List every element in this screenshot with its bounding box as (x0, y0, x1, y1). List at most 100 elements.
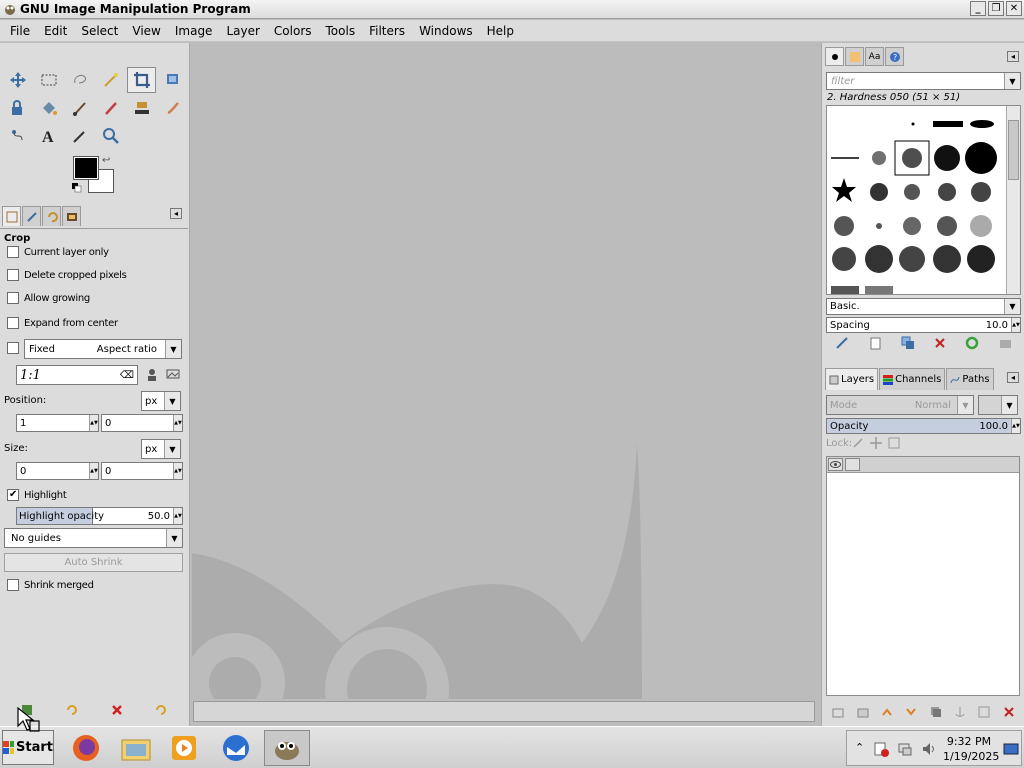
delete-cropped-option[interactable]: Delete cropped pixels (7, 269, 127, 281)
position-y-input[interactable]: 0 ▲▼ (101, 414, 183, 432)
dock-menu-icon[interactable]: ◂ (170, 208, 182, 219)
warp-transform-tool-icon[interactable] (3, 95, 32, 121)
open-brush-icon[interactable] (998, 336, 1012, 353)
size-unit-select[interactable]: px ▼ (141, 439, 181, 459)
color-picker-tool-icon[interactable] (65, 123, 94, 149)
duplicate-layer-icon[interactable] (930, 706, 942, 721)
delete-options-icon[interactable] (111, 704, 123, 719)
shrink-merged-checkbox[interactable] (7, 579, 19, 591)
fixed-checkbox[interactable] (7, 342, 19, 354)
paintbrush-tool-icon[interactable] (65, 95, 94, 121)
spinner-icon[interactable]: ▲▼ (173, 508, 182, 524)
clock[interactable]: 9:32 PM 1/19/2025 (943, 734, 999, 764)
menu-tools[interactable]: Tools (319, 24, 363, 38)
menu-view[interactable]: View (125, 24, 167, 38)
edit-brush-icon[interactable] (835, 336, 849, 353)
rect-select-tool-icon[interactable] (34, 67, 63, 93)
show-desktop-icon[interactable] (1003, 741, 1019, 760)
swap-colors-icon[interactable]: ↩ (102, 155, 110, 166)
thunderbird-taskbar-icon[interactable] (216, 730, 256, 766)
anchor-layer-icon[interactable] (954, 706, 966, 721)
tab-help[interactable]: ? (885, 47, 904, 66)
tab-fonts[interactable]: Aa (865, 47, 884, 66)
file-explorer-taskbar-icon[interactable] (116, 730, 156, 766)
layers-dock-menu-icon[interactable]: ◂ (1007, 372, 1019, 383)
position-unit-select[interactable]: px ▼ (141, 391, 181, 411)
foreground-color[interactable] (73, 156, 99, 180)
current-layer-only-checkbox[interactable] (7, 246, 19, 258)
menu-file[interactable]: File (3, 24, 37, 38)
menu-select[interactable]: Select (74, 24, 125, 38)
fuzzy-select-tool-icon[interactable] (96, 67, 125, 93)
tab-device-status[interactable] (22, 206, 41, 226)
lower-layer-icon[interactable] (905, 706, 917, 721)
tab-images[interactable] (62, 206, 81, 226)
ratio-input[interactable]: 1:1 ⌫ (16, 365, 138, 385)
spinner-icon[interactable]: ▲▼ (173, 463, 182, 479)
raise-layer-icon[interactable] (881, 706, 893, 721)
layer-mode-select[interactable]: Mode Normal ▼ (826, 395, 974, 415)
default-colors-icon[interactable] (72, 183, 82, 193)
spinner-icon[interactable]: ▲▼ (173, 415, 182, 431)
delete-layer-icon[interactable] (1003, 706, 1015, 721)
tab-tool-options[interactable] (2, 206, 21, 226)
spacing-slider[interactable]: Spacing 10.0 ▲▼ (826, 317, 1021, 333)
fixed-combo[interactable]: Fixed Aspect ratio ▼ (24, 339, 182, 359)
move-tool-icon[interactable] (3, 67, 32, 93)
size-height-input[interactable]: 0 ▲▼ (101, 462, 183, 480)
brush-grid[interactable] (826, 105, 1021, 295)
mask-layer-icon[interactable] (978, 706, 990, 721)
layer-opacity-slider[interactable]: Opacity 100.0 ▲▼ (826, 418, 1021, 434)
network-icon[interactable] (897, 741, 913, 760)
tab-patterns[interactable] (845, 47, 864, 66)
lock-position-icon[interactable] (870, 437, 882, 452)
highlight-checkbox[interactable]: ✔ (7, 489, 19, 501)
text-tool-icon[interactable]: A (34, 123, 63, 149)
tab-brushes[interactable] (825, 47, 844, 66)
current-layer-only-option[interactable]: Current layer only (7, 246, 109, 258)
refresh-brushes-icon[interactable] (965, 336, 979, 353)
reset-options-icon[interactable] (154, 703, 168, 720)
expand-from-center-option[interactable]: Expand from center (7, 317, 118, 329)
unified-transform-tool-icon[interactable] (158, 67, 187, 93)
brush-filter-input[interactable]: filter ▼ (826, 72, 1021, 90)
start-button[interactable]: Start (2, 730, 54, 765)
layer-composite-select[interactable]: ▼ (978, 395, 1018, 415)
guides-select[interactable]: No guides ▼ (4, 528, 183, 548)
volume-icon[interactable] (921, 741, 937, 760)
firefox-taskbar-icon[interactable] (66, 730, 106, 766)
clear-ratio-icon[interactable]: ⌫ (120, 370, 134, 381)
restore-options-icon[interactable] (65, 703, 79, 720)
show-hidden-icons-icon[interactable]: ⌃ (855, 741, 864, 754)
spinner-icon[interactable]: ▲▼ (1011, 318, 1020, 332)
menu-layer[interactable]: Layer (219, 24, 266, 38)
portrait-icon[interactable] (146, 368, 158, 384)
paths-tool-icon[interactable] (3, 123, 32, 149)
tab-paths[interactable]: Paths (946, 368, 994, 390)
expand-from-center-checkbox[interactable] (7, 317, 19, 329)
free-select-tool-icon[interactable] (65, 67, 94, 93)
image-canvas[interactable] (192, 43, 819, 699)
gimp-taskbar-icon[interactable] (264, 730, 310, 766)
eraser-tool-icon[interactable] (96, 95, 125, 121)
spinner-icon[interactable]: ▲▼ (89, 415, 98, 431)
maximize-button[interactable]: ❐ (988, 1, 1004, 16)
smudge-tool-icon[interactable] (158, 95, 187, 121)
delete-brush-icon[interactable] (934, 337, 946, 352)
menu-edit[interactable]: Edit (37, 24, 74, 38)
new-layer-icon[interactable] (832, 706, 844, 721)
position-x-input[interactable]: 1 ▲▼ (16, 414, 99, 432)
spinner-icon[interactable]: ▲▼ (1011, 419, 1020, 433)
allow-growing-checkbox[interactable] (7, 292, 19, 304)
delete-cropped-checkbox[interactable] (7, 269, 19, 281)
landscape-icon[interactable] (166, 368, 180, 383)
highlight-option[interactable]: ✔ Highlight (7, 489, 67, 501)
highlight-opacity-slider[interactable]: Highlight opacity 50.0 ▲▼ (16, 507, 183, 525)
minimize-button[interactable]: _ (970, 1, 986, 16)
brush-preset-select[interactable]: Basic. ▼ (826, 298, 1021, 315)
tab-undo-history[interactable] (42, 206, 61, 226)
clone-tool-icon[interactable] (127, 95, 156, 121)
menu-filters[interactable]: Filters (362, 24, 412, 38)
close-button[interactable]: ✕ (1006, 1, 1022, 16)
new-brush-icon[interactable] (868, 336, 882, 353)
